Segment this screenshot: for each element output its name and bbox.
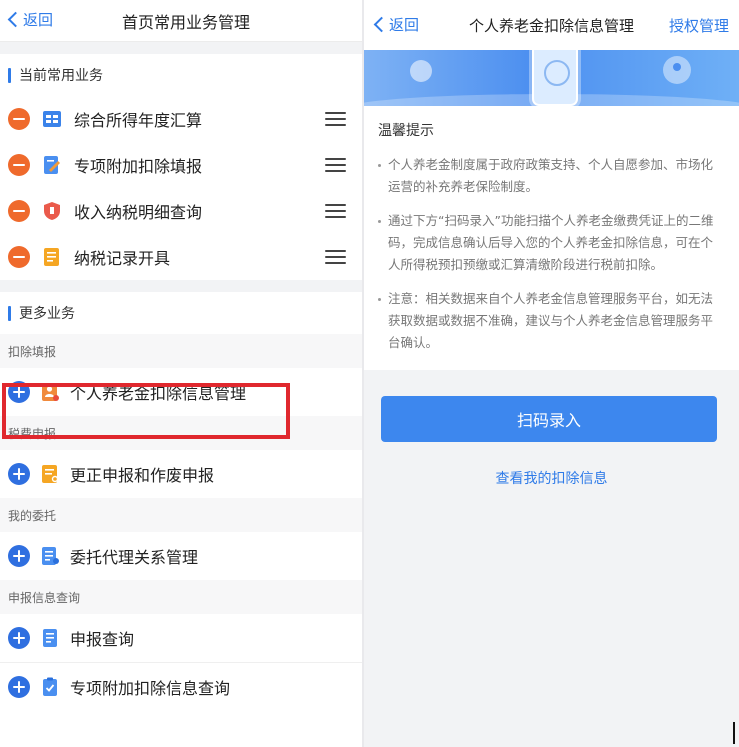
current-section-title: 当前常用业务	[19, 68, 103, 84]
user-icon	[663, 56, 691, 84]
add-icon[interactable]	[8, 627, 30, 649]
drag-handle-icon[interactable]	[325, 112, 346, 126]
scan-entry-button[interactable]: 扫码录入	[381, 396, 717, 442]
category-label: 扣除填报	[0, 334, 362, 368]
view-deduction-link[interactable]: 查看我的扣除信息	[364, 468, 739, 488]
add-icon[interactable]	[8, 545, 30, 567]
proxy-icon	[42, 547, 59, 565]
remove-icon[interactable]	[8, 154, 30, 176]
record-icon	[44, 248, 59, 266]
document-icon	[43, 629, 57, 647]
more-item-declaration-query[interactable]: 申报查询	[0, 614, 362, 662]
more-item-label: 申报查询	[70, 630, 135, 649]
category-label: 申报信息查询	[0, 580, 362, 614]
more-item-label: 专项附加扣除信息查询	[70, 678, 231, 698]
right-navbar: 返回 个人养老金扣除信息管理 授权管理	[364, 0, 739, 50]
current-item-tax-record[interactable]: 纳税记录开具	[0, 234, 362, 280]
deduction-query-icon	[43, 677, 57, 696]
tip-text: 个人养老金制度属于政府政策支持、个人自愿参加、市场化运营的补充养老保险制度。	[378, 154, 725, 198]
more-item-label: 委托代理关系管理	[70, 548, 199, 567]
more-item-deduction-query[interactable]: 专项附加扣除信息查询	[0, 662, 362, 710]
drag-handle-icon[interactable]	[325, 204, 346, 218]
more-item-proxy-relation[interactable]: 委托代理关系管理	[0, 532, 362, 580]
business-manage-panel: 返回 首页常用业务管理 当前常用业务 综合所得年度汇算 专项附加扣除填报 收入纳…	[0, 0, 362, 747]
current-item-label: 纳税记录开具	[74, 249, 171, 268]
add-icon[interactable]	[8, 463, 30, 485]
left-navbar: 返回 首页常用业务管理	[0, 0, 362, 42]
table-icon	[43, 111, 61, 127]
phone-scan-icon	[532, 50, 578, 106]
card-icon	[410, 60, 432, 82]
remove-icon[interactable]	[8, 200, 30, 222]
add-icon[interactable]	[8, 675, 30, 698]
current-section-header: 当前常用业务	[0, 54, 362, 96]
section-marker	[8, 67, 11, 83]
shield-icon	[44, 202, 60, 220]
remove-icon[interactable]	[8, 108, 30, 130]
current-item-income-detail[interactable]: 收入纳税明细查询	[0, 188, 362, 234]
tips-title: 温馨提示	[378, 123, 434, 139]
tip-text: 通过下方“扫码录入”功能扫描个人养老金缴费凭证上的二维码，完成信息确认后导入您的…	[378, 210, 725, 276]
current-item-annual-settlement[interactable]: 综合所得年度汇算	[0, 96, 362, 142]
highlight-box	[2, 383, 290, 439]
current-item-label: 收入纳税明细查询	[74, 203, 203, 222]
drag-handle-icon[interactable]	[325, 250, 346, 264]
more-item-label: 更正申报和作废申报	[70, 466, 215, 485]
section-marker	[8, 305, 11, 321]
tips-card: 温馨提示 个人养老金制度属于政府政策支持、个人自愿参加、市场化运营的补充养老保险…	[364, 106, 739, 370]
remove-icon[interactable]	[8, 246, 30, 268]
drag-handle-icon[interactable]	[325, 158, 346, 172]
tip-text: 注意：相关数据来自个人养老金信息管理服务平台，如无法获取数据或数据不准确，建议与…	[378, 288, 725, 354]
current-item-label: 专项附加扣除填报	[74, 157, 203, 176]
correction-icon	[42, 465, 59, 483]
authorization-link[interactable]: 授权管理	[669, 15, 729, 36]
current-item-label: 综合所得年度汇算	[74, 111, 203, 130]
more-section-header: 更多业务	[0, 292, 362, 334]
more-section-title: 更多业务	[19, 306, 75, 322]
left-page-title: 首页常用业务管理	[121, 13, 250, 32]
current-item-special-deduction[interactable]: 专项附加扣除填报	[0, 142, 362, 188]
more-item-correction[interactable]: 更正申报和作废申报	[0, 450, 362, 498]
pension-deduction-panel: 返回 个人养老金扣除信息管理 授权管理 温馨提示 个人养老金制度属于政府政策支持…	[364, 0, 739, 747]
edit-document-icon	[44, 156, 60, 174]
banner-illustration	[364, 50, 739, 106]
category-label: 我的委托	[0, 498, 362, 532]
